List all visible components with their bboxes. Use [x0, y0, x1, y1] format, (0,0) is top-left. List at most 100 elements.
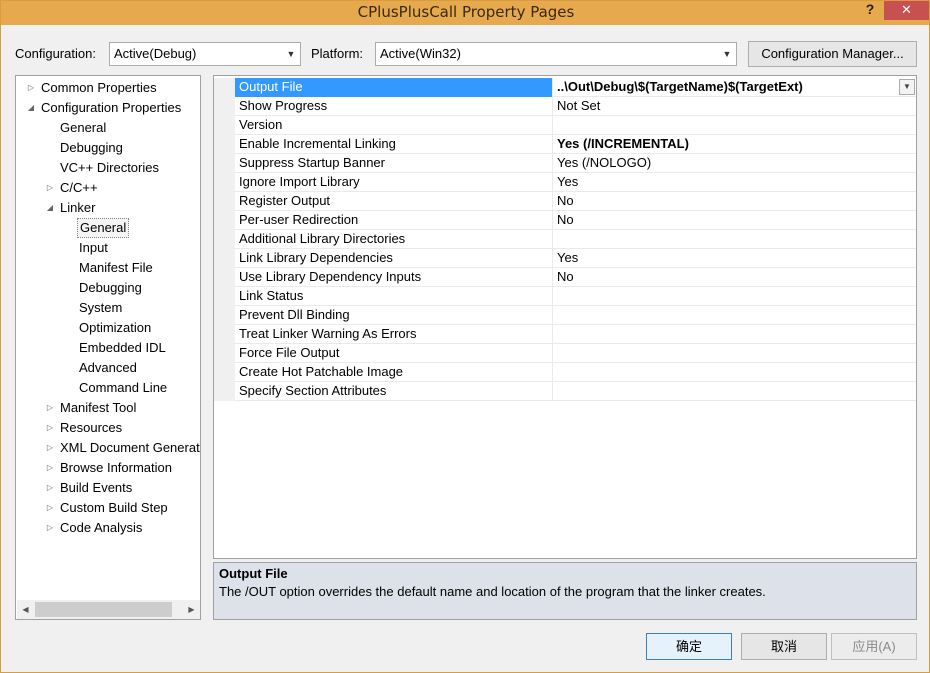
property-name[interactable]: Ignore Import Library	[235, 173, 553, 192]
property-row[interactable]: Specify Section Attributes	[214, 382, 916, 401]
cancel-button[interactable]: 取消	[741, 633, 827, 660]
tree-item[interactable]: Debugging	[77, 278, 144, 298]
property-value[interactable]	[554, 230, 916, 249]
triangle-right-icon[interactable]: ▷	[45, 498, 55, 518]
triangle-right-icon[interactable]: ▷	[45, 438, 55, 458]
row-gutter	[214, 325, 235, 344]
tree-item[interactable]: Manifest Tool	[58, 398, 138, 418]
tree-item[interactable]: Linker	[58, 198, 97, 218]
property-value[interactable]	[554, 325, 916, 344]
property-value[interactable]	[554, 344, 916, 363]
property-value[interactable]: Yes	[554, 249, 916, 268]
property-value[interactable]: ..\Out\Debug\$(TargetName)$(TargetExt)	[554, 78, 916, 97]
property-row[interactable]: Enable Incremental Linking Yes (/INCREMEN…	[214, 135, 916, 154]
tree-item[interactable]: Embedded IDL	[77, 338, 168, 358]
tree-item[interactable]: Common Properties	[39, 78, 159, 98]
triangle-right-icon[interactable]: ▷	[45, 518, 55, 538]
property-row[interactable]: Additional Library Directories	[214, 230, 916, 249]
tree-item[interactable]: Browse Information	[58, 458, 174, 478]
triangle-right-icon[interactable]: ▷	[45, 458, 55, 478]
property-name[interactable]: Per-user Redirection	[235, 211, 553, 230]
tree-item[interactable]: Custom Build Step	[58, 498, 170, 518]
property-value[interactable]: Yes (/NOLOGO)	[554, 154, 916, 173]
property-value[interactable]: No	[554, 192, 916, 211]
property-name[interactable]: Output File	[235, 78, 553, 97]
property-value[interactable]: Yes	[554, 173, 916, 192]
tree-item[interactable]: Command Line	[77, 378, 169, 398]
property-value[interactable]: Not Set	[554, 97, 916, 116]
property-row[interactable]: Suppress Startup Banner Yes (/NOLOGO)	[214, 154, 916, 173]
property-name[interactable]: Register Output	[235, 192, 553, 211]
property-name[interactable]: Suppress Startup Banner	[235, 154, 553, 173]
triangle-right-icon[interactable]: ▷	[45, 418, 55, 438]
property-row[interactable]: Link Library Dependencies Yes	[214, 249, 916, 268]
property-row[interactable]: Show Progress Not Set	[214, 97, 916, 116]
tree-item[interactable]: System	[77, 298, 124, 318]
property-name[interactable]: Version	[235, 116, 553, 135]
property-name[interactable]: Specify Section Attributes	[235, 382, 553, 401]
property-value[interactable]	[554, 363, 916, 382]
tree-item[interactable]: General	[58, 118, 108, 138]
tree-item[interactable]: Advanced	[77, 358, 139, 378]
platform-select[interactable]: Active(Win32) ▼	[375, 42, 737, 66]
tree-item[interactable]: Resources	[58, 418, 124, 438]
property-row[interactable]: Per-user Redirection No	[214, 211, 916, 230]
property-value[interactable]	[554, 116, 916, 135]
tree-item[interactable]: Code Analysis	[58, 518, 144, 538]
property-row[interactable]: Ignore Import Library Yes	[214, 173, 916, 192]
property-value[interactable]	[554, 287, 916, 306]
property-row[interactable]: Link Status	[214, 287, 916, 306]
scroll-left-icon[interactable]: ◀	[17, 600, 34, 619]
triangle-down-icon[interactable]: ◢	[26, 98, 36, 118]
property-row[interactable]: Create Hot Patchable Image	[214, 363, 916, 382]
property-row[interactable]: Treat Linker Warning As Errors	[214, 325, 916, 344]
scrollbar-thumb[interactable]	[35, 602, 172, 617]
configuration-select[interactable]: Active(Debug) ▼	[109, 42, 301, 66]
property-name[interactable]: Show Progress	[235, 97, 553, 116]
tree-item[interactable]: Optimization	[77, 318, 153, 338]
property-row[interactable]: Prevent Dll Binding	[214, 306, 916, 325]
configuration-manager-button[interactable]: Configuration Manager...	[748, 41, 917, 67]
property-name[interactable]: Force File Output	[235, 344, 553, 363]
scroll-right-icon[interactable]: ▶	[183, 600, 200, 619]
property-row[interactable]: Force File Output	[214, 344, 916, 363]
property-name[interactable]: Treat Linker Warning As Errors	[235, 325, 553, 344]
property-name[interactable]: Enable Incremental Linking	[235, 135, 553, 154]
chevron-down-icon[interactable]: ▼	[899, 79, 915, 95]
tree-horizontal-scrollbar[interactable]: ◀ ▶	[17, 600, 200, 619]
property-row[interactable]: Register Output No	[214, 192, 916, 211]
property-name[interactable]: Link Status	[235, 287, 553, 306]
property-name[interactable]: Link Library Dependencies	[235, 249, 553, 268]
triangle-right-icon[interactable]: ▷	[45, 398, 55, 418]
triangle-right-icon[interactable]: ▷	[45, 478, 55, 498]
triangle-right-icon[interactable]: ▷	[45, 178, 55, 198]
property-value[interactable]	[554, 382, 916, 401]
property-name[interactable]: Prevent Dll Binding	[235, 306, 553, 325]
tree-item[interactable]: C/C++	[58, 178, 100, 198]
property-value[interactable]: Yes (/INCREMENTAL)	[554, 135, 916, 154]
property-value[interactable]	[554, 306, 916, 325]
ok-button[interactable]: 确定	[646, 633, 732, 660]
property-value[interactable]: No	[554, 268, 916, 287]
tree-item[interactable]: XML Document Generat	[58, 438, 200, 458]
property-name[interactable]: Additional Library Directories	[235, 230, 553, 249]
property-value[interactable]: No	[554, 211, 916, 230]
tree-item[interactable]: Configuration Properties	[39, 98, 183, 118]
property-row[interactable]: Version	[214, 116, 916, 135]
property-name[interactable]: Create Hot Patchable Image	[235, 363, 553, 382]
tree-item[interactable]: VC++ Directories	[58, 158, 161, 178]
close-button[interactable]: ✕	[884, 1, 929, 20]
tree-item[interactable]: Build Events	[58, 478, 134, 498]
tree-item[interactable]: General	[77, 218, 130, 238]
help-button[interactable]: ?	[857, 1, 883, 21]
triangle-down-icon[interactable]: ◢	[45, 198, 55, 218]
row-gutter	[214, 173, 235, 192]
property-row[interactable]: Use Library Dependency Inputs No	[214, 268, 916, 287]
apply-button[interactable]: 应用(A)	[831, 633, 917, 660]
tree-item[interactable]: Manifest File	[77, 258, 155, 278]
triangle-right-icon[interactable]: ▷	[26, 78, 36, 98]
tree-item[interactable]: Debugging	[58, 138, 125, 158]
property-row[interactable]: Output File ..\Out\Debug\$(TargetName)$(T…	[214, 78, 916, 97]
property-name[interactable]: Use Library Dependency Inputs	[235, 268, 553, 287]
tree-item[interactable]: Input	[77, 238, 110, 258]
